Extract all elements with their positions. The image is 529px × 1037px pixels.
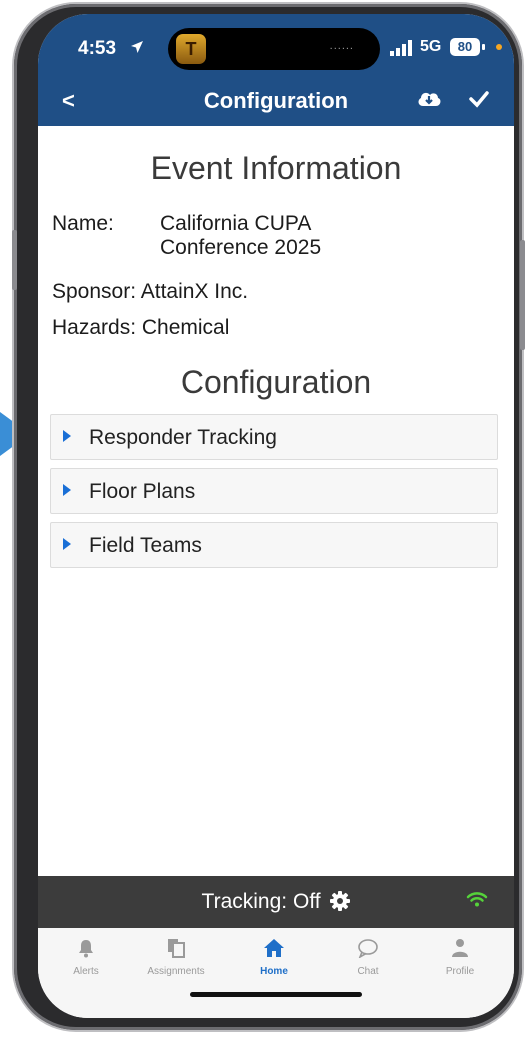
home-indicator[interactable]: [190, 992, 362, 997]
cloud-download-icon[interactable]: [416, 88, 442, 110]
event-info-heading: Event Information: [150, 150, 402, 186]
tracking-value: Off: [292, 890, 321, 913]
configuration-heading: Configuration: [180, 364, 372, 400]
nav-bar: < Configuration: [38, 76, 514, 126]
caret-right-icon: [63, 430, 71, 442]
signal-icon: [390, 40, 412, 56]
person-icon: [452, 939, 468, 957]
tab-home[interactable]: Home: [234, 938, 314, 977]
gear-icon[interactable]: [330, 891, 351, 911]
chat-bubble-icon: [358, 939, 378, 959]
tracking-status: Tracking: Off: [38, 890, 514, 914]
section-floor-plans[interactable]: Floor Plans: [50, 468, 498, 514]
volume-button: [12, 230, 17, 290]
power-button: [520, 240, 525, 350]
name-label: Name:: [52, 212, 114, 235]
section-label: Field Teams: [89, 534, 202, 557]
battery-icon: 80: [450, 38, 480, 56]
section-field-teams[interactable]: Field Teams: [50, 522, 498, 568]
tab-label: Chat: [357, 966, 379, 977]
bell-icon: [79, 940, 93, 958]
section-label: Floor Plans: [89, 480, 196, 503]
sponsor-value: AttainX Inc.: [140, 280, 249, 303]
location-arrow-icon: [131, 41, 143, 53]
event-name-row: Name: California CUPA Conference 2025: [52, 212, 400, 260]
status-bar: 4:53 T ...... 5G 80: [38, 14, 514, 76]
name-line-2: Conference 2025: [160, 236, 322, 259]
phone-screen: 4:53 T ...... 5G 80 < Configuration Even…: [38, 14, 514, 1018]
tab-profile[interactable]: Profile: [420, 938, 500, 977]
name-line-1: California CUPA: [160, 212, 312, 235]
caret-right-icon: [63, 538, 71, 550]
sponsor-label: Sponsor:: [52, 280, 137, 303]
hazards-label: Hazards:: [52, 316, 137, 339]
tab-chat[interactable]: Chat: [328, 938, 408, 977]
network-type: 5G: [420, 38, 442, 55]
caret-right-icon: [63, 484, 71, 496]
tab-label: Alerts: [73, 966, 99, 977]
section-label: Responder Tracking: [89, 426, 277, 449]
section-responder-tracking[interactable]: Responder Tracking: [50, 414, 498, 460]
island-dots: ......: [329, 40, 354, 52]
wifi-icon: [466, 892, 488, 907]
hazards-row: Hazards: Chemical: [52, 316, 229, 340]
sponsor-row: Sponsor: AttainX Inc.: [52, 280, 248, 304]
privacy-indicator: [496, 44, 502, 50]
tab-label: Assignments: [147, 966, 205, 977]
name-value: California CUPA Conference 2025: [160, 212, 400, 260]
battery-tip: [482, 44, 485, 50]
hazards-value: Chemical: [141, 316, 230, 339]
tracking-label: Tracking:: [201, 890, 288, 913]
tab-bar: Alerts Assignments Home Chat Profile: [38, 928, 514, 1018]
page-title: Configuration: [203, 88, 349, 113]
dynamic-island: T ......: [168, 28, 380, 70]
documents-icon: [168, 939, 185, 958]
home-icon: [264, 939, 284, 957]
app-icon: T: [176, 34, 206, 64]
checkmark-icon[interactable]: [468, 88, 490, 110]
tab-label: Home: [260, 966, 288, 977]
tab-alerts[interactable]: Alerts: [46, 938, 126, 977]
tab-assignments[interactable]: Assignments: [136, 938, 216, 977]
tracking-bar[interactable]: Tracking: Off: [38, 876, 514, 928]
tab-label: Profile: [445, 966, 475, 977]
status-time: 4:53: [78, 38, 117, 59]
